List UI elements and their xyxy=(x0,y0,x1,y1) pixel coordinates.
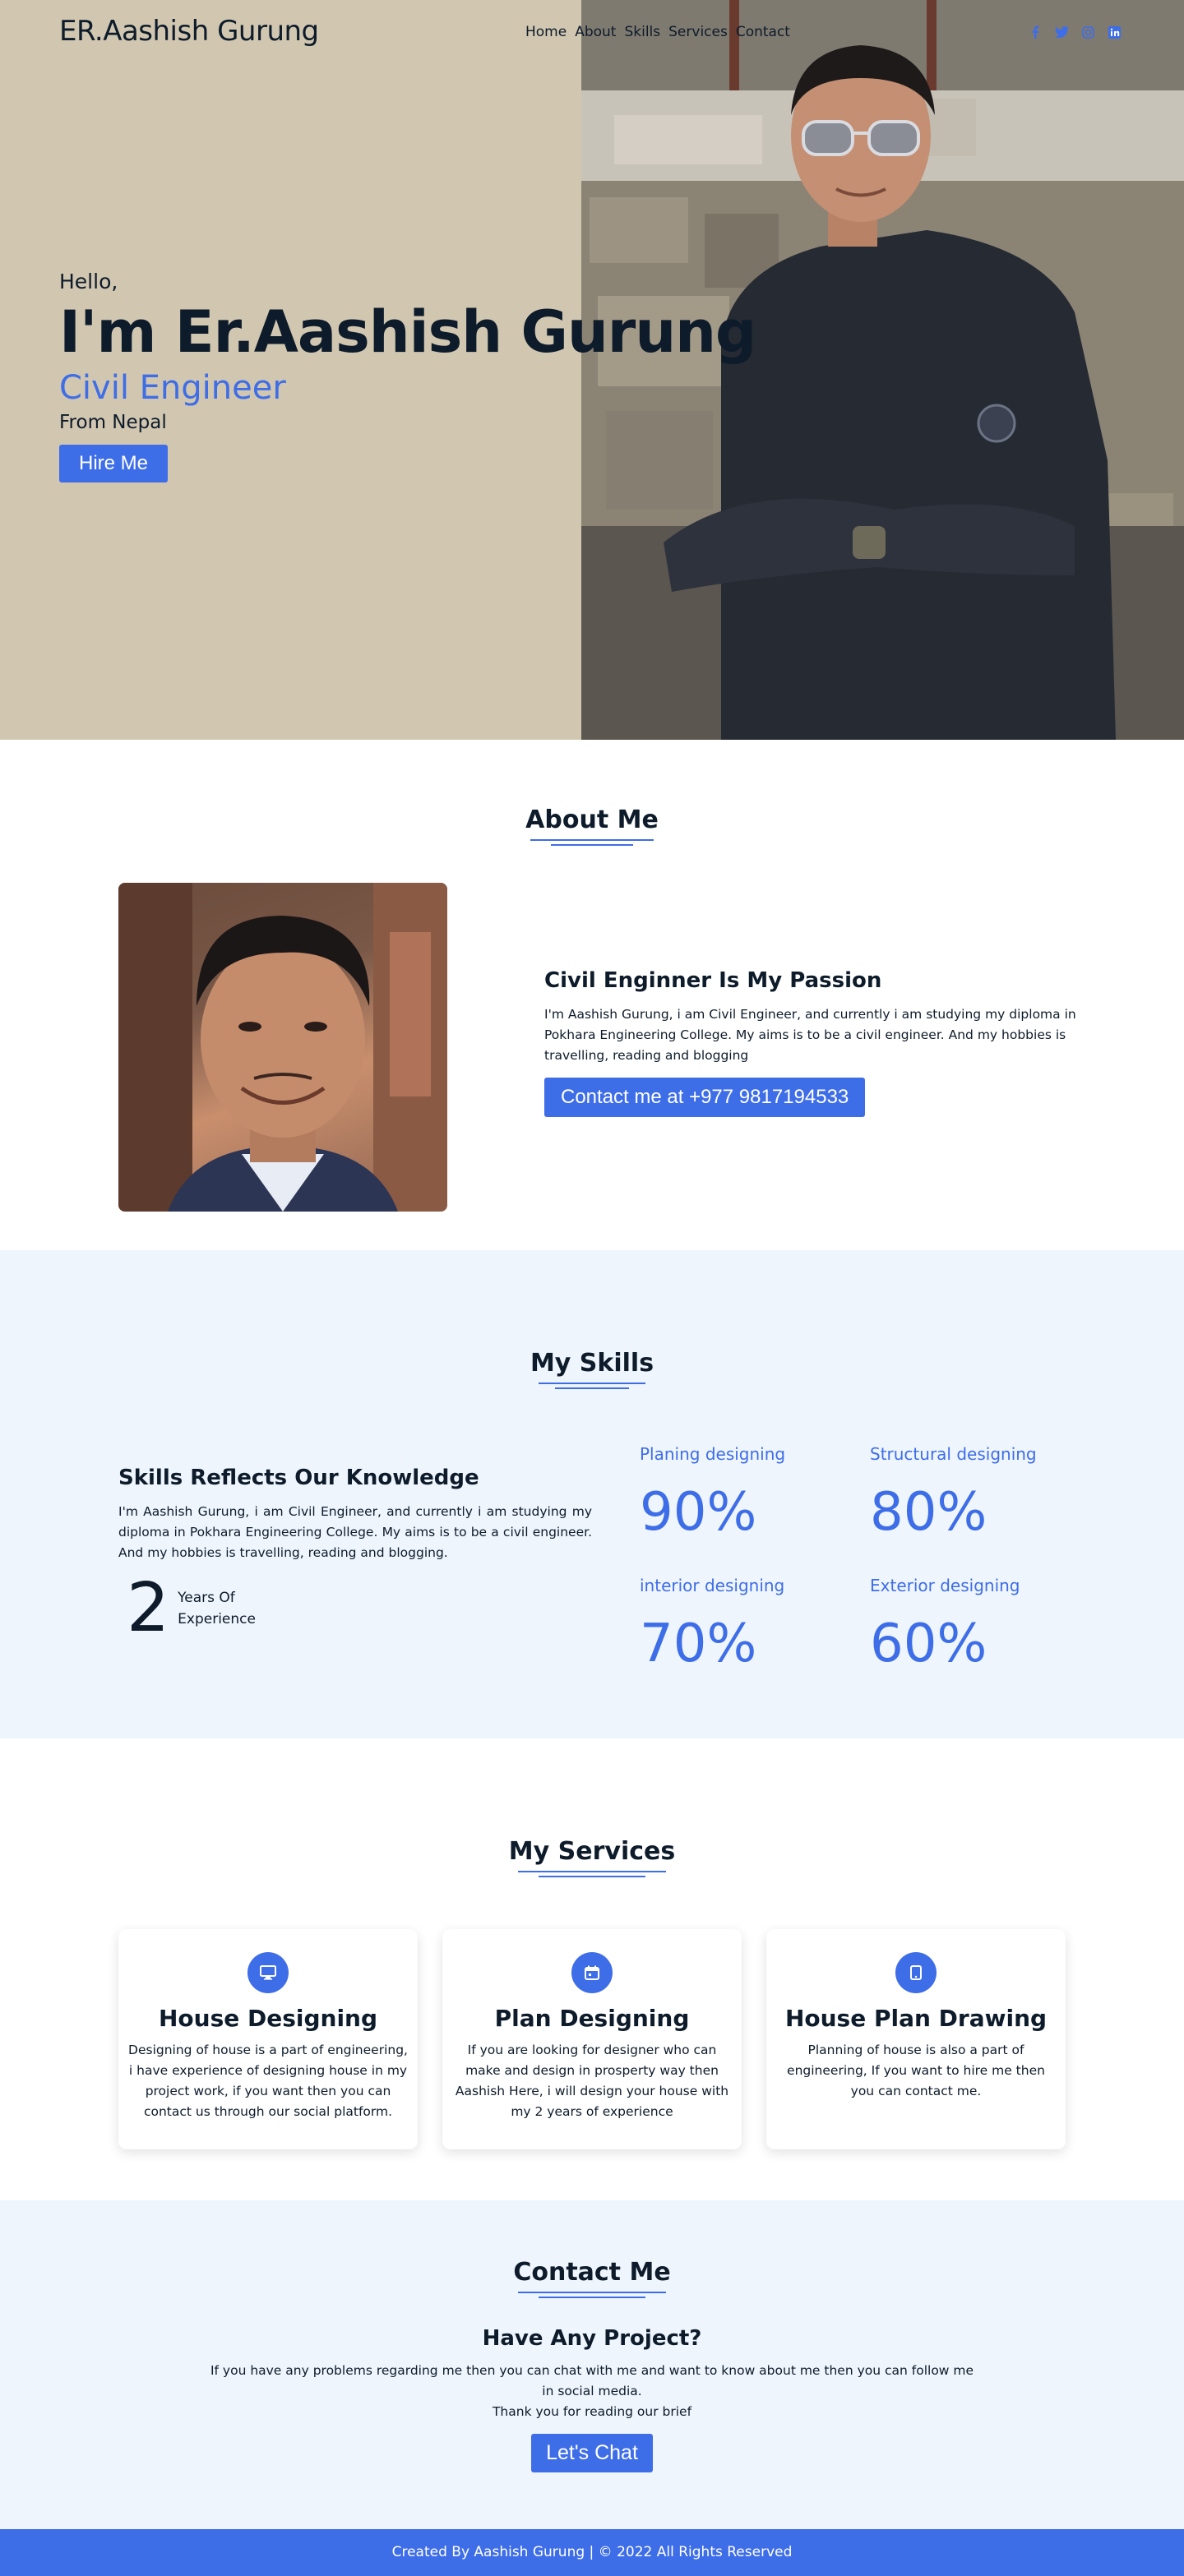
contact-message: If you have any problems regarding me th… xyxy=(210,2363,974,2398)
title-underline xyxy=(518,1871,666,1877)
twitter-icon[interactable] xyxy=(1054,25,1069,39)
about-subtitle: Civil Enginner Is My Passion xyxy=(544,968,882,993)
skill-item: Planing designing 90% xyxy=(640,1444,870,1543)
years-number: 2 xyxy=(127,1569,170,1647)
service-description: If you are looking for designer who can … xyxy=(455,2043,729,2119)
skill-item: Exterior designing 60% xyxy=(870,1576,1100,1674)
hero-role: Civil Engineer xyxy=(59,369,286,407)
facebook-icon[interactable] xyxy=(1028,25,1043,39)
service-card[interactable]: House Plan Drawing Planning of house is … xyxy=(766,1929,1066,2149)
about-section: About Me Civil Enginner Is My Passion I'… xyxy=(0,740,1184,1250)
about-title: About Me xyxy=(525,806,659,834)
skill-percent: 70% xyxy=(640,1613,757,1674)
calendar-icon xyxy=(571,1952,613,1993)
contact-section: Contact Me Have Any Project? If you have… xyxy=(0,2200,1184,2529)
years-label-line1: Years Of xyxy=(178,1590,235,1606)
service-title: House Designing xyxy=(158,2005,378,2032)
skills-section: My Skills Skills Reflects Our Knowledge … xyxy=(0,1250,1184,1738)
service-title: Plan Designing xyxy=(494,2005,690,2032)
hero-intro: Hello, I'm Er.Aashish Gurung Civil Engin… xyxy=(59,270,756,482)
about-content: Civil Enginner Is My Passion I'm Aashish… xyxy=(544,968,1079,1117)
nav-link-services[interactable]: Services xyxy=(668,24,728,40)
service-card[interactable]: Plan Designing If you are looking for de… xyxy=(442,1929,742,2149)
services-section: My Services House Designing Designing of… xyxy=(0,1738,1184,2200)
contact-title: Contact Me xyxy=(513,2258,671,2287)
top-navbar: ER.Aashish Gurung Home About Skills Serv… xyxy=(0,0,1184,66)
nav-menu: Home About Skills Services Contact xyxy=(525,24,790,40)
about-profile-photo xyxy=(118,883,447,1212)
hero-section: ER.Aashish Gurung Home About Skills Serv… xyxy=(0,0,1184,740)
contact-phone-button[interactable]: Contact me at +977 9817194533 xyxy=(544,1078,866,1117)
title-underline xyxy=(530,839,654,846)
service-cards: House Designing Designing of house is a … xyxy=(118,1929,1066,2149)
skill-grid: Planing designing 90% Structural designi… xyxy=(640,1444,1100,1674)
skill-name: interior designing xyxy=(640,1576,785,1595)
hero-location: From Nepal xyxy=(59,412,167,433)
hero-name: I'm Er.Aashish Gurung xyxy=(59,298,756,366)
footer-prefix: Created By xyxy=(391,2544,470,2560)
experience-counter: 2 Years Of Experience xyxy=(118,1575,592,1642)
skill-name: Exterior designing xyxy=(870,1576,1020,1595)
footer-copyright: | © 2022 All Rights Reserved xyxy=(589,2544,793,2560)
service-description: Designing of house is a part of engineer… xyxy=(128,2043,408,2119)
footer-author[interactable]: Aashish Gurung xyxy=(474,2544,585,2560)
title-underline xyxy=(539,1383,645,1389)
skills-intro: Skills Reflects Our Knowledge I'm Aashis… xyxy=(118,1466,592,1642)
service-description: Planning of house is also a part of engi… xyxy=(787,2043,1045,2098)
skills-subtitle: Skills Reflects Our Knowledge xyxy=(118,1466,479,1490)
footer: Created By Aashish Gurung | © 2022 All R… xyxy=(0,2529,1184,2576)
nav-link-contact[interactable]: Contact xyxy=(736,24,790,40)
services-title: My Services xyxy=(508,1837,676,1866)
lets-chat-button[interactable]: Let's Chat xyxy=(531,2434,653,2472)
service-title: House Plan Drawing xyxy=(784,2005,1048,2032)
contact-thanks: Thank you for reading our brief xyxy=(492,2404,692,2419)
years-label: Years Of Experience xyxy=(178,1587,256,1630)
contact-paragraph: If you have any problems regarding me th… xyxy=(210,2361,974,2422)
instagram-icon[interactable] xyxy=(1080,25,1095,39)
skill-percent: 80% xyxy=(870,1482,987,1543)
nav-link-home[interactable]: Home xyxy=(525,24,567,40)
skill-item: interior designing 70% xyxy=(640,1576,870,1674)
nav-link-skills[interactable]: Skills xyxy=(624,24,660,40)
skill-percent: 90% xyxy=(640,1482,757,1543)
linkedin-icon[interactable] xyxy=(1107,25,1122,39)
skill-name: Planing designing xyxy=(640,1444,786,1464)
hire-me-button[interactable]: Hire Me xyxy=(59,445,169,482)
years-label-line2: Experience xyxy=(178,1611,256,1627)
skills-title: My Skills xyxy=(530,1349,654,1378)
skills-paragraph: I'm Aashish Gurung, i am Civil Engineer,… xyxy=(118,1504,592,1560)
skill-name: Structural designing xyxy=(870,1444,1037,1464)
about-paragraph: I'm Aashish Gurung, i am Civil Engineer,… xyxy=(544,1007,1076,1063)
title-underline xyxy=(518,2292,666,2298)
brand-logo[interactable]: ER.Aashish Gurung xyxy=(59,15,319,48)
service-card[interactable]: House Designing Designing of house is a … xyxy=(118,1929,418,2149)
social-links xyxy=(1028,25,1122,39)
skill-item: Structural designing 80% xyxy=(870,1444,1100,1543)
profile-face-illustration xyxy=(118,883,447,1212)
contact-subtitle: Have Any Project? xyxy=(482,2326,702,2351)
tablet-icon xyxy=(895,1952,937,1993)
hero-greeting: Hello, xyxy=(59,270,118,293)
skill-percent: 60% xyxy=(870,1613,987,1674)
nav-link-about[interactable]: About xyxy=(575,24,616,40)
monitor-icon xyxy=(247,1952,289,1993)
